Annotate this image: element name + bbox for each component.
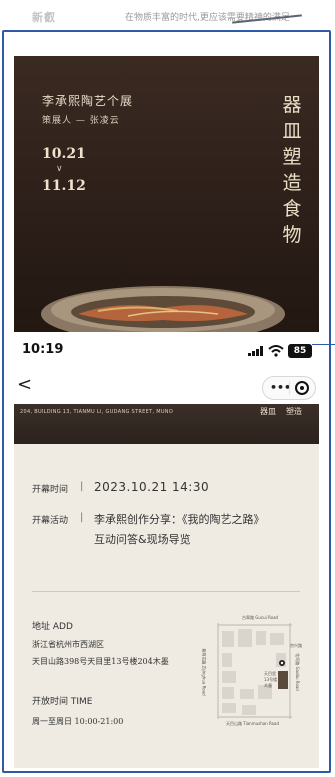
section-divider — [32, 591, 300, 592]
phone-screenshot: 10:19 85 < ••• 204, BUILDING 13, TIANMU … — [14, 332, 319, 768]
opening-activity-label: 开幕活动 — [32, 516, 69, 526]
event-info-card: 开幕时间 | 2023.10.21 14:30 开幕活动 | 李承熙创作分享：《… — [14, 444, 319, 768]
hours-value: 周一至周日 10:00-21:00 — [32, 717, 124, 726]
screenshot-frame: 李承熙陶艺个展 策展人 — 张凌云 10.21 ∨ 11.12 器 皿 塑 造 … — [2, 30, 331, 773]
map-blocks — [217, 623, 292, 719]
battery-indicator: 85 — [288, 344, 312, 358]
address-line-1: 浙江省杭州市西湖区 — [32, 640, 104, 649]
map-poi: 木墨 — [264, 683, 272, 688]
miniprogram-capsule: ••• — [262, 376, 316, 400]
close-miniprogram-button[interactable] — [295, 381, 309, 395]
capsule-divider — [289, 382, 290, 394]
status-bar: 10:19 85 — [14, 332, 319, 372]
poster-title-char: 食 — [282, 198, 302, 220]
opening-time-value: 2023.10.21 14:30 — [94, 480, 210, 494]
stamp-text: 塑造 — [286, 407, 302, 416]
poster-title-char: 物 — [282, 224, 302, 246]
tagline: 在物质丰富的时代,更应该需要精神的满足 — [125, 13, 290, 23]
address-english: 204, BUILDING 13, TIANMU LI, GUDANG STRE… — [20, 409, 174, 415]
signal-icon — [248, 346, 263, 356]
address-line-2: 天目山路398号天目里13号楼204木墨 — [32, 657, 169, 666]
poster-date-start: 10.21 — [42, 146, 86, 162]
map-road-right: 花坞路 Gaobu Road — [294, 653, 300, 691]
nav-bar: < ••• — [14, 372, 319, 404]
poster-date-arrow: ∨ — [56, 164, 63, 174]
activity-line-1: 李承熙创作分享：《我的陶艺之路》 — [94, 513, 265, 526]
top-strip: 新叡 在物质丰富的时代,更应该需要精神的满足 — [0, 0, 335, 30]
header-photo-strip: 204, BUILDING 13, TIANMU LI, GUDANG STRE… — [14, 404, 319, 444]
separator: | — [80, 512, 84, 523]
poster-vertical-title: 器 皿 塑 造 食 物 — [282, 92, 302, 248]
activity-line-2: 互动问答&现场导览 — [94, 533, 191, 546]
poster-artist-title: 李承熙陶艺个展 — [42, 94, 134, 108]
opening-time-label: 开幕时间 — [32, 485, 69, 495]
map-road-left: 紫荆花路 Zijinghua Road — [201, 648, 207, 696]
ceramic-bowl-photo — [41, 286, 285, 332]
back-button[interactable]: < — [17, 373, 32, 397]
poster-title-char: 器 — [282, 94, 302, 116]
annotation-line — [312, 344, 335, 345]
status-time: 10:19 — [22, 342, 64, 357]
poster-title-char: 造 — [282, 172, 302, 194]
poster-title-char: 皿 — [282, 120, 302, 142]
separator: | — [80, 481, 84, 492]
map-corner-road: 京兴路 — [290, 643, 302, 648]
exhibition-poster: 李承熙陶艺个展 策展人 — 张凌云 10.21 ∨ 11.12 器 皿 塑 造 … — [14, 56, 319, 332]
poster-curator: 策展人 — 张凌云 — [42, 116, 120, 126]
map-road-top: 古翠路 Gucui Road — [242, 615, 279, 620]
stamp-text: 器皿 — [260, 407, 276, 416]
hours-label: 开放时间 TIME — [32, 697, 93, 707]
wifi-icon — [268, 345, 284, 357]
brand-logo-text: 新叡 — [32, 11, 56, 24]
poster-title-char: 塑 — [282, 146, 302, 168]
map-road-bottom: 天目山路 Tianmushan Road — [226, 721, 280, 726]
location-map: 古翠路 Gucui Road 紫荆花路 Zijinghua Road 花坞路 G… — [202, 613, 304, 729]
address-label: 地址 ADD — [32, 622, 73, 632]
more-button[interactable]: ••• — [270, 379, 291, 397]
poster-date-end: 11.12 — [42, 178, 86, 194]
